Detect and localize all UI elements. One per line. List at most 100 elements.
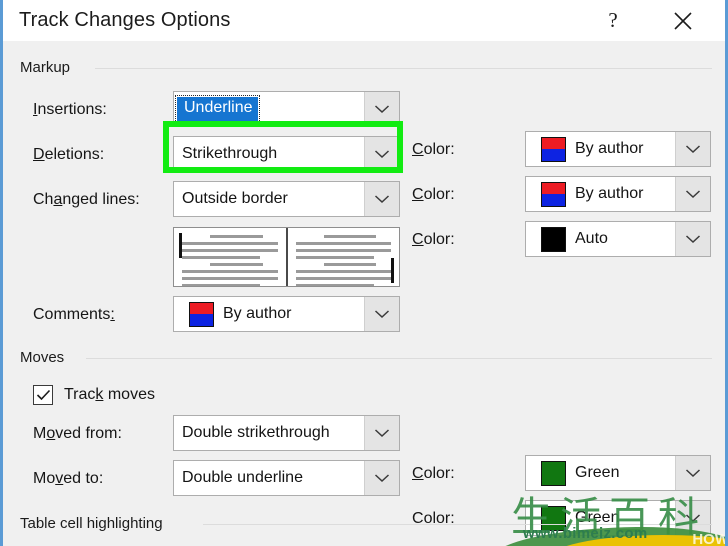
chevron-down-icon (685, 189, 701, 199)
moved-from-combo-arrow[interactable] (364, 416, 399, 450)
deletions-color-label: Color: (412, 186, 455, 204)
color-swatch-green-icon (541, 505, 566, 531)
chevron-down-icon (685, 513, 701, 523)
help-button[interactable]: ? (585, 0, 641, 41)
deletions-color-value: By author (575, 185, 644, 202)
insertions-color-value: By author (575, 140, 644, 157)
color-swatch-by-author-icon (189, 301, 214, 327)
changed-lines-color-value-wrap: Auto (526, 222, 675, 256)
title-bar: Track Changes Options ? (3, 0, 725, 41)
deletions-label-text: eletions: (44, 146, 105, 163)
insertions-combo-arrow[interactable] (364, 92, 399, 126)
chevron-down-icon (685, 144, 701, 154)
moved-to-color-combo[interactable]: Green (525, 500, 711, 536)
moved-from-label-pre: M (33, 425, 47, 442)
group-label-markup: Markup (20, 59, 78, 76)
moved-from-color-accel: C (412, 465, 424, 482)
changed-lines-color-text: olor: (423, 231, 455, 248)
insertions-color-text: olor: (423, 141, 455, 158)
preview-change-bar-right (391, 258, 394, 283)
question-mark-icon: ? (608, 8, 618, 32)
moved-from-combo-value: Double strikethrough (182, 424, 330, 441)
group-label-moves: Moves (20, 349, 72, 366)
comments-combo[interactable]: By author (173, 296, 400, 332)
changed-lines-color-combo[interactable]: Auto (525, 221, 711, 257)
group-divider-markup (95, 68, 712, 69)
deletions-color-value-wrap: By author (526, 177, 675, 211)
changed-lines-combo-arrow[interactable] (364, 182, 399, 216)
deletions-combo-arrow[interactable] (364, 137, 399, 171)
deletions-combo-value: Strikethrough (182, 145, 278, 162)
moved-to-color-value-wrap: Green (526, 501, 675, 535)
comments-combo-value: By author (223, 305, 292, 322)
moved-from-label-post: ved from: (55, 425, 122, 442)
color-swatch-green-icon (541, 460, 566, 486)
comments-combo-value-wrap: By author (174, 297, 364, 331)
chevron-down-icon (374, 194, 390, 204)
moved-from-color-label: Color: (412, 465, 455, 483)
changed-lines-label-pre: Ch (33, 191, 54, 208)
group-label-table-cell-highlighting: Table cell highlighting (20, 515, 170, 532)
preview-change-bar-left (179, 233, 182, 258)
moved-from-label: Moved from: (33, 425, 122, 443)
chevron-down-icon (374, 473, 390, 483)
chevron-down-icon (374, 428, 390, 438)
insertions-combo-value-wrap: Underline (174, 92, 364, 126)
deletions-combo[interactable]: Strikethrough (173, 136, 400, 172)
insertions-combo[interactable]: Underline (173, 91, 400, 127)
close-button[interactable] (655, 0, 711, 41)
chevron-down-icon (685, 234, 701, 244)
comments-label-pre: Comments (33, 306, 111, 323)
deletions-color-accel: C (412, 186, 424, 203)
changed-lines-color-label: Color: (412, 231, 455, 249)
insertions-color-value-wrap: By author (526, 132, 675, 166)
changed-lines-color-arrow[interactable] (675, 222, 710, 256)
group-divider-moves (86, 358, 712, 359)
moved-from-color-value-wrap: Green (526, 456, 675, 490)
insertions-color-label: Color: (412, 141, 455, 159)
insertions-label-text: nsertions: (37, 101, 107, 118)
page-title: Track Changes Options (19, 9, 231, 31)
changed-lines-combo[interactable]: Outside border (173, 181, 400, 217)
moved-from-color-arrow[interactable] (675, 456, 710, 490)
moved-to-combo-arrow[interactable] (364, 461, 399, 495)
deletions-color-arrow[interactable] (675, 177, 710, 211)
deletions-color-combo[interactable]: By author (525, 176, 711, 212)
chevron-down-icon (374, 104, 390, 114)
track-moves-label: Track moves (64, 386, 155, 404)
preview-page-right (288, 228, 400, 286)
moved-to-color-arrow[interactable] (675, 501, 710, 535)
chevron-down-icon (374, 309, 390, 319)
track-moves-checkbox[interactable] (33, 385, 53, 405)
changed-lines-color-accel: C (412, 231, 424, 248)
chevron-down-icon (374, 149, 390, 159)
moved-from-color-text: olor: (423, 465, 455, 482)
moved-to-label: Moved to: (33, 470, 103, 488)
comments-combo-arrow[interactable] (364, 297, 399, 331)
changed-lines-label: Changed lines: (33, 191, 140, 209)
preview-page-left (174, 228, 288, 286)
deletions-label-accel: D (33, 146, 45, 163)
changed-lines-color-value: Auto (575, 230, 608, 247)
changed-lines-combo-value: Outside border (182, 190, 288, 207)
close-icon (672, 10, 694, 32)
track-changes-options-dialog: Track Changes Options ? Markup Insertion… (0, 0, 728, 546)
moved-from-color-combo[interactable]: Green (525, 455, 711, 491)
color-swatch-by-author-icon (541, 136, 566, 162)
insertions-color-combo[interactable]: By author (525, 131, 711, 167)
changed-lines-preview (173, 227, 400, 287)
insertions-color-arrow[interactable] (675, 132, 710, 166)
moved-to-combo[interactable]: Double underline (173, 460, 400, 496)
moved-to-combo-value: Double underline (182, 469, 303, 486)
moved-from-color-value: Green (575, 464, 620, 481)
insertions-label: Insertions: (33, 101, 107, 119)
track-moves-checkbox-row[interactable]: Track moves (33, 385, 155, 405)
moved-from-combo[interactable]: Double strikethrough (173, 415, 400, 451)
group-divider-table-cell-highlighting (203, 524, 712, 525)
moved-to-color-label: Color: (412, 510, 455, 528)
color-swatch-by-author-icon (541, 181, 566, 207)
comments-label: Comments: (33, 306, 115, 324)
comments-label-accel: : (110, 306, 115, 323)
moved-from-label-accel: o (46, 425, 56, 442)
insertions-combo-value: Underline (174, 95, 261, 123)
